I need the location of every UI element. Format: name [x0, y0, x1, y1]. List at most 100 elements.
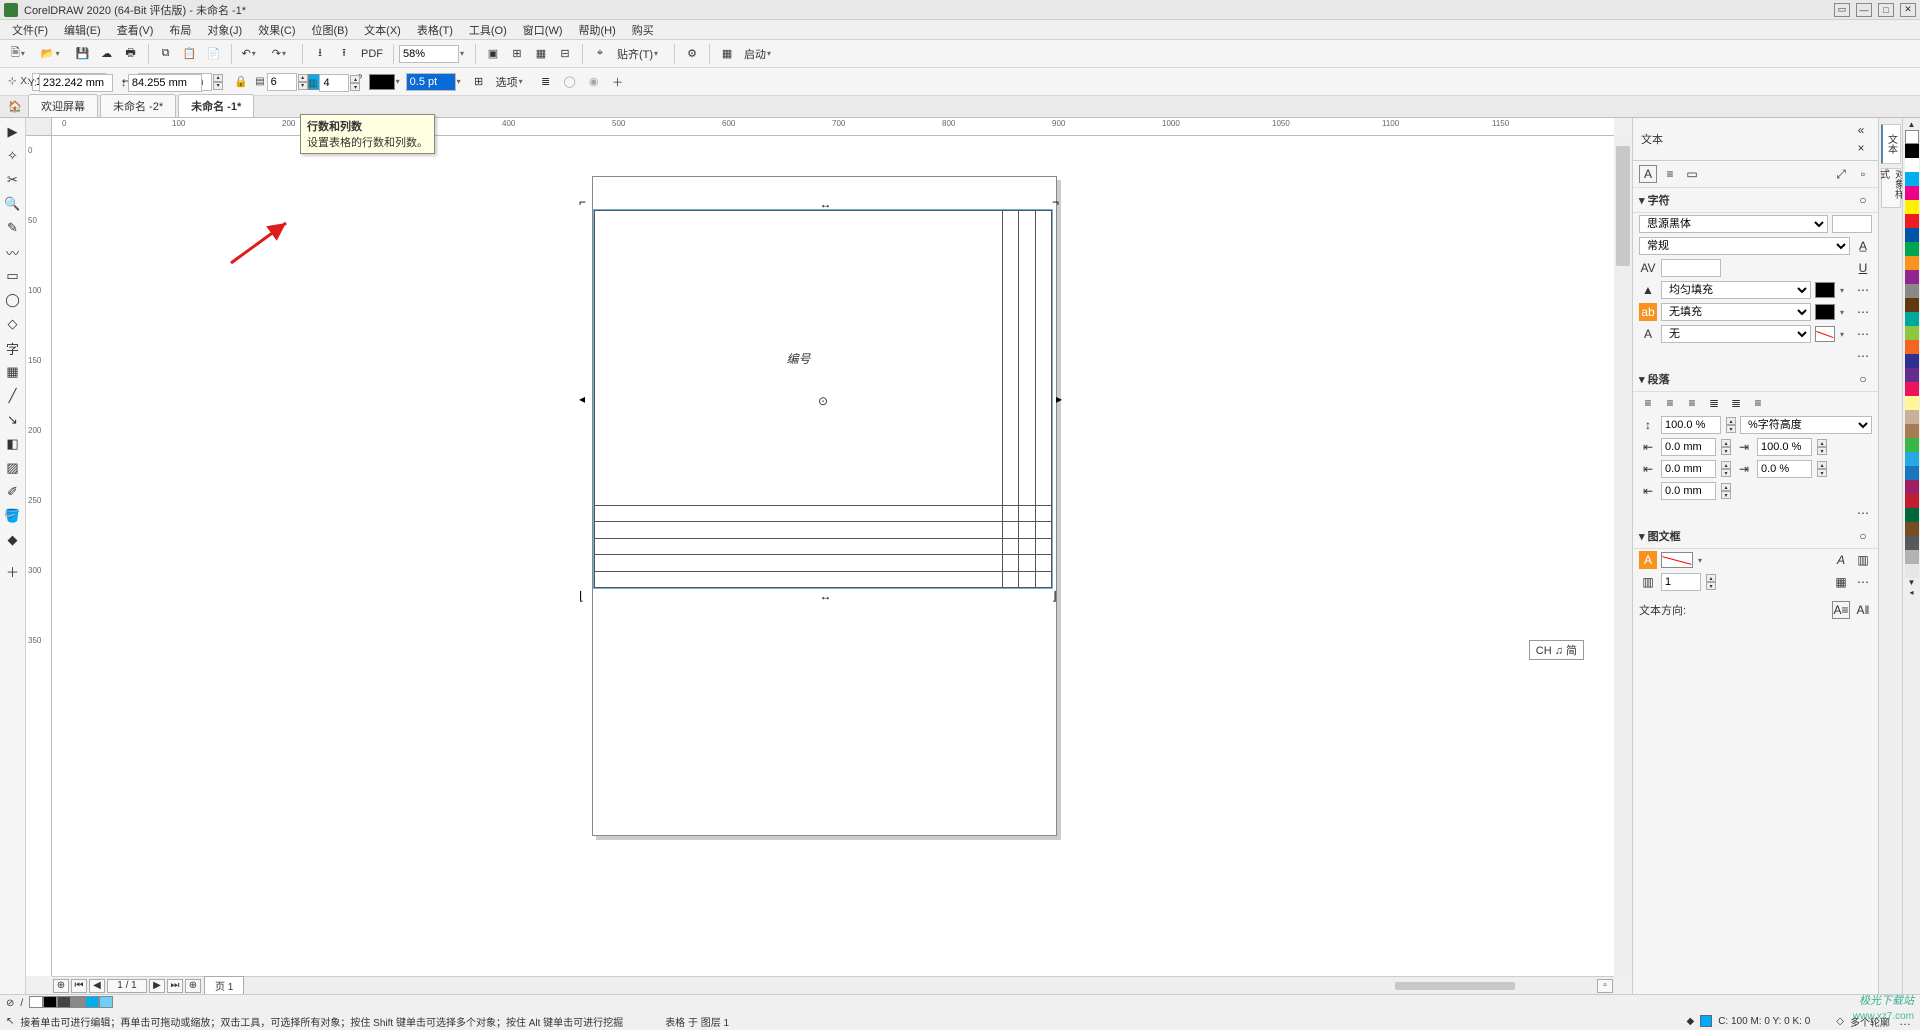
font-style-icon[interactable]: A̲ [1854, 237, 1872, 255]
sel-handle-br[interactable]: ⌋ [1052, 589, 1062, 599]
menu-view[interactable]: 查看(V) [109, 20, 162, 40]
rulers-icon[interactable]: ⊞ [507, 44, 527, 64]
zoom-tool-icon[interactable]: 🔍 [2, 193, 24, 215]
snap-label[interactable]: 贴齐(T)▾ [614, 44, 667, 64]
dimension-tool-icon[interactable]: ╱ [2, 385, 24, 407]
settings-icon[interactable]: ▫ [1854, 165, 1872, 183]
linespace-input[interactable] [1661, 416, 1721, 434]
palette-swatch[interactable] [1905, 452, 1919, 466]
zoom-dropdown-icon[interactable]: ▾ [460, 49, 470, 58]
menu-edit[interactable]: 编辑(E) [56, 20, 109, 40]
menu-layout[interactable]: 布局 [161, 20, 199, 40]
outline-width-dd[interactable]: ▾ [457, 77, 467, 86]
fullscreen-icon[interactable]: ▣ [483, 44, 503, 64]
import-icon[interactable]: ⭳ [310, 44, 330, 64]
status-fill-swatch[interactable] [1700, 1015, 1712, 1027]
frame-cols-icon[interactable]: ▥ [1854, 551, 1872, 569]
sel-handle-tr[interactable]: ¬ [1052, 195, 1062, 205]
eyedropper-tool-icon[interactable]: ✐ [2, 481, 24, 503]
palette-swatch[interactable] [1905, 508, 1919, 522]
open-icon[interactable]: 📂▾ [38, 44, 69, 64]
tab-doc-1[interactable]: 未命名 -1* [178, 94, 254, 117]
new-icon[interactable]: 🗎▾ [8, 44, 34, 64]
ruler-corner[interactable] [26, 118, 52, 136]
connector-tool-icon[interactable]: ↘ [2, 409, 24, 431]
wrap-text-icon[interactable]: ≣ [536, 72, 556, 92]
outline-width-input[interactable] [406, 73, 456, 91]
palette-swatch[interactable] [1905, 396, 1919, 410]
tab-welcome[interactable]: 欢迎屏幕 [28, 94, 98, 117]
palette-swatch[interactable] [1905, 480, 1919, 494]
bg-color[interactable] [1815, 304, 1835, 320]
menu-text[interactable]: 文本(X) [356, 20, 409, 40]
docker-prev-icon[interactable]: « [1852, 121, 1870, 139]
launch-icon[interactable]: ▦ [717, 44, 737, 64]
bg-more-icon[interactable]: ⋯ [1854, 303, 1872, 321]
page-counter[interactable]: 1 / 1 [107, 979, 147, 993]
grid-icon[interactable]: ▦ [531, 44, 551, 64]
sel-handle-tl[interactable]: ⌐ [579, 195, 589, 205]
palette-up-icon[interactable]: ▲ [1905, 120, 1919, 130]
tab-doc-2[interactable]: 未命名 -2* [100, 94, 176, 117]
section-para[interactable]: 段落 [1648, 374, 1670, 386]
palette-swatch[interactable] [1905, 242, 1919, 256]
palette-swatch[interactable] [1905, 494, 1919, 508]
align-justify-icon[interactable]: ≣ [1705, 394, 1723, 412]
frame-vert-icon[interactable]: A [1832, 551, 1850, 569]
palette-swatch[interactable] [1905, 368, 1919, 382]
to-back-icon[interactable]: ◉ [584, 72, 604, 92]
palette-swatch[interactable] [1905, 144, 1919, 158]
options-icon[interactable]: ⚙ [682, 44, 702, 64]
frame-reset-icon[interactable]: ○ [1854, 527, 1872, 545]
zoom-input[interactable] [399, 45, 459, 63]
freehand-tool-icon[interactable]: ✎ [2, 217, 24, 239]
menu-window[interactable]: 窗口(W) [515, 20, 571, 40]
indent-right-input[interactable] [1661, 482, 1716, 500]
export-icon[interactable]: ⭱ [334, 44, 354, 64]
palette-swatch[interactable] [1905, 466, 1919, 480]
fill-tool-icon[interactable]: 🪣 [2, 505, 24, 527]
section-frame[interactable]: 图文框 [1648, 531, 1681, 543]
launch-label[interactable]: 启动▾ [741, 44, 780, 64]
space-before-input[interactable] [1757, 438, 1812, 456]
menu-tools[interactable]: 工具(O) [461, 20, 515, 40]
linespace-unit[interactable]: %字符高度 [1740, 416, 1872, 434]
palette-swatch[interactable] [1905, 340, 1919, 354]
page-prev-icon[interactable]: ◀ [89, 979, 105, 993]
docker-tab-text[interactable]: 文本 [1881, 124, 1901, 164]
artistic-tool-icon[interactable]: 〰 [2, 241, 24, 263]
menu-effects[interactable]: 效果(C) [250, 20, 303, 40]
page-add2-icon[interactable]: ⊕ [185, 979, 201, 993]
table-object[interactable]: ⊙ 编号 [593, 209, 1053, 589]
height-input[interactable] [128, 74, 202, 92]
sel-handle-bm[interactable]: ↔ [820, 589, 830, 599]
docker-close-icon[interactable]: × [1852, 139, 1870, 157]
palette-swatch[interactable] [1905, 186, 1919, 200]
outline-tool-icon[interactable]: ◆ [2, 529, 24, 551]
page-last-icon[interactable]: ⏭ [167, 979, 183, 993]
bgfill-select[interactable]: 无填充 [1661, 303, 1811, 321]
pick-tool-icon[interactable]: ▶ [2, 121, 24, 143]
close-button[interactable]: ✕ [1900, 3, 1916, 17]
palette-swatch[interactable] [1905, 564, 1919, 578]
font-weight-select[interactable]: 常规 [1639, 237, 1850, 255]
status-color-swatch[interactable] [43, 996, 57, 1008]
indent-first-input[interactable] [1661, 460, 1716, 478]
palette-swatch[interactable] [1905, 438, 1919, 452]
space-after-input[interactable] [1757, 460, 1812, 478]
status-color-swatch[interactable] [71, 996, 85, 1008]
text-tool-icon[interactable]: 字 [2, 337, 24, 359]
fill-more-icon[interactable]: ⋯ [1854, 281, 1872, 299]
char-extra-icon[interactable]: ⋯ [1854, 347, 1872, 365]
width-spinner[interactable]: ▴▾ [213, 74, 223, 90]
frame-nofill-swatch[interactable] [1661, 552, 1693, 568]
save-icon[interactable]: 💾 [73, 44, 93, 64]
palette-swatch[interactable] [1905, 256, 1919, 270]
frame-more1-icon[interactable]: ▦ [1832, 573, 1850, 591]
text-dir-h-icon[interactable]: A≡ [1832, 601, 1850, 619]
palette-swatch[interactable] [1905, 200, 1919, 214]
outline-select[interactable]: 无 [1661, 325, 1811, 343]
char-reset-icon[interactable]: ○ [1854, 191, 1872, 209]
hscrollbar[interactable] [1395, 979, 1595, 993]
home-icon[interactable]: 🏠 [6, 97, 24, 115]
